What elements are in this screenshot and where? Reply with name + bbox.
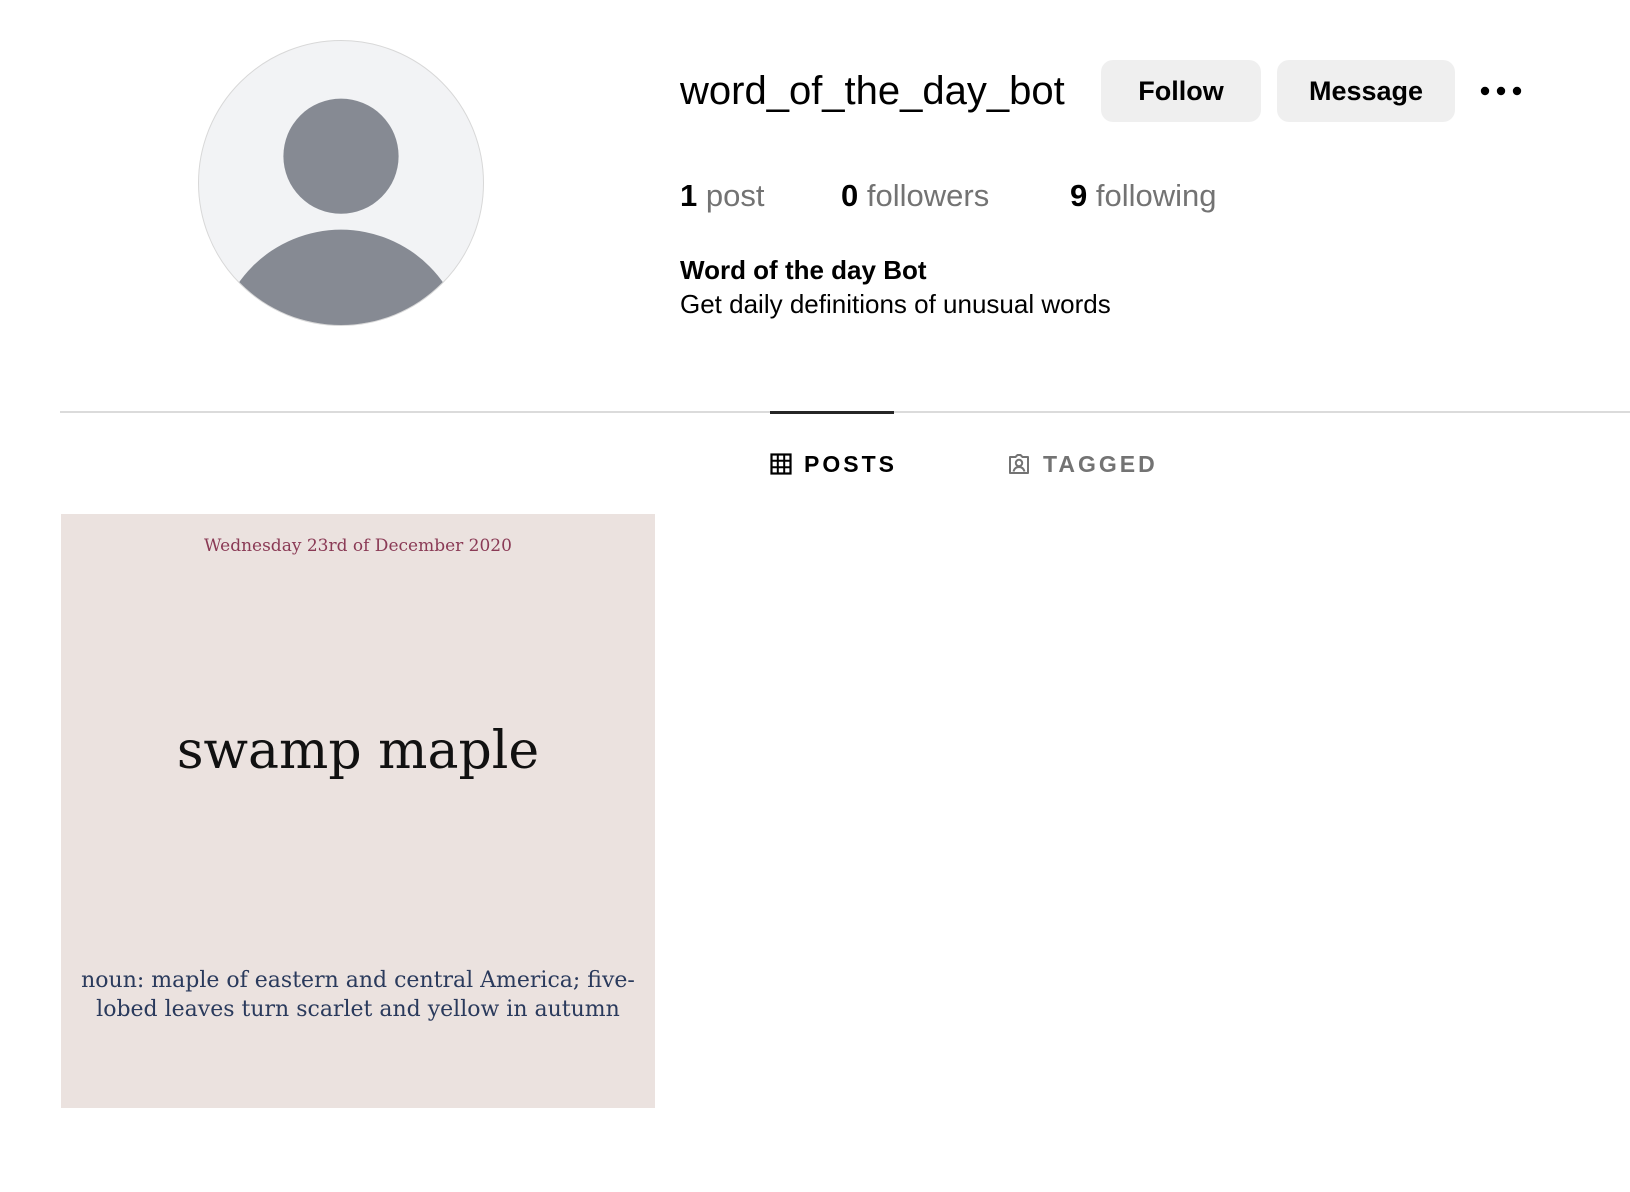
active-tab-indicator <box>770 411 894 414</box>
follow-button[interactable]: Follow <box>1101 60 1261 122</box>
profile-avatar[interactable] <box>198 40 484 326</box>
profile-full-name: Word of the day Bot <box>680 255 927 285</box>
post-definition: noun: maple of eastern and central Ameri… <box>81 968 635 1022</box>
following-count-label: following <box>1095 178 1217 213</box>
followers-count-value: 0 <box>841 178 859 213</box>
following-count-value: 9 <box>1070 178 1088 213</box>
post-thumbnail[interactable]: Wednesday 23rd of December 2020 swamp ma… <box>61 514 655 1108</box>
followers-count[interactable]: 0 followers <box>841 176 989 216</box>
default-avatar-icon <box>219 98 463 325</box>
tab-posts-label: POSTS <box>804 450 897 477</box>
more-options-button[interactable] <box>1478 76 1524 106</box>
tab-tagged-label: TAGGED <box>1043 450 1158 477</box>
post-date: Wednesday 23rd of December 2020 <box>204 536 512 556</box>
message-button[interactable]: Message <box>1277 60 1455 122</box>
grid-icon <box>770 453 792 475</box>
post-word: swamp maple <box>176 721 540 781</box>
tab-tagged[interactable]: TAGGED <box>1007 446 1158 482</box>
posts-count-label: post <box>705 178 765 213</box>
followers-count-label: followers <box>866 178 990 213</box>
tab-posts[interactable]: POSTS <box>770 446 897 482</box>
tagged-icon <box>1009 454 1029 474</box>
posts-count: 1 post <box>680 176 764 216</box>
following-count[interactable]: 9 following <box>1070 176 1217 216</box>
more-options-icon <box>1480 86 1522 96</box>
posts-count-value: 1 <box>680 178 698 213</box>
profile-bio: Get daily definitions of unusual words <box>680 289 1111 319</box>
profile-username: word_of_the_day_bot <box>680 69 1065 113</box>
